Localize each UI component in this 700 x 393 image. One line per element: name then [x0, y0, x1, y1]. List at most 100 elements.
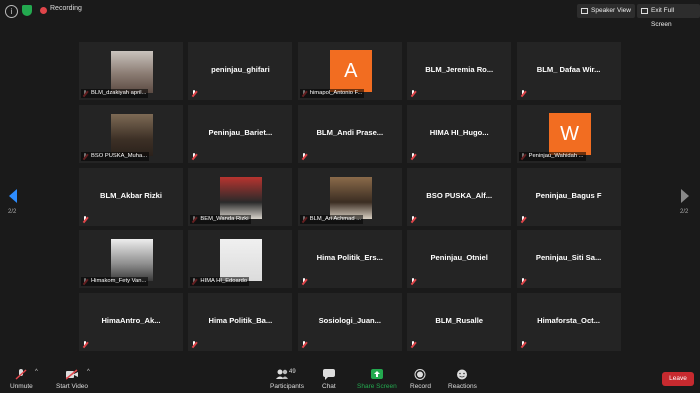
recording-icon: [40, 7, 47, 14]
chat-icon: [322, 369, 335, 380]
muted-mic-icon: [519, 215, 527, 224]
unmute-button[interactable]: Unmute: [10, 369, 33, 390]
participant-name-label: himapol_Antonio F...: [299, 89, 365, 98]
participant-name: BLM_Rusalle: [435, 316, 484, 326]
participant-name: BLM_Akbar Rizki: [99, 190, 163, 200]
recording-label: Recording: [50, 5, 82, 12]
participant-tile[interactable]: HimaAntro_Ak...: [78, 292, 184, 353]
leave-button[interactable]: Leave: [662, 372, 694, 386]
meeting-controls: Unmute ^ Start Video ^ 49 Participants C…: [0, 364, 700, 393]
exit-full-screen-button[interactable]: Exit Full Screen: [637, 4, 700, 28]
participant-name: HIMA HI_Hugo...: [429, 127, 489, 137]
participant-name: Hima Politik_Ers...: [316, 253, 383, 263]
participant-tile[interactable]: BLM_Andi Prase...: [296, 103, 403, 164]
participant-name: BLM_Jeremia Ro...: [425, 65, 494, 74]
participant-tile[interactable]: peninjau_ghifari: [187, 41, 294, 101]
participant-video-thumbnail: [111, 113, 153, 156]
participant-tile[interactable]: HIMA HI_Edoardo: [187, 229, 294, 290]
participant-tile[interactable]: Peninjau_Bagus F: [515, 166, 622, 227]
participant-tile[interactable]: Peninjau_Otniel: [406, 229, 513, 290]
muted-mic-icon: [190, 340, 198, 349]
participant-video-thumbnail: [220, 176, 263, 219]
top-bar: i Recording Speaker View Exit Full Scree…: [0, 0, 700, 28]
muted-mic-icon: [519, 340, 527, 349]
record-button[interactable]: Record: [410, 369, 431, 390]
participant-tile[interactable]: Ahimapol_Antonio F...: [296, 41, 403, 101]
participant-tile[interactable]: Sosiologi_Juan...: [296, 292, 403, 353]
previous-page-arrow[interactable]: [9, 189, 17, 203]
participant-tile[interactable]: Peninjau_Siti Sa...: [515, 229, 622, 290]
participant-tile[interactable]: BLM_Jeremia Ro...: [406, 41, 513, 101]
participant-video-thumbnail: [111, 51, 153, 93]
participant-name: Peninjau_Otniel: [430, 253, 488, 263]
muted-mic-icon: [519, 89, 527, 98]
muted-mic-icon: [409, 215, 417, 224]
muted-mic-icon: [409, 89, 417, 98]
muted-mic-icon: [190, 152, 198, 161]
participant-name: BLM_ Dafaa Wir...: [536, 65, 601, 74]
participant-name-label: Peninjau_Wahidah ...: [518, 151, 586, 161]
speaker-view-icon: [581, 8, 588, 14]
page-indicator-left: 2/2: [8, 209, 17, 215]
next-page-arrow[interactable]: [681, 189, 689, 203]
participant-video-thumbnail: [220, 239, 263, 282]
audio-options-caret-icon[interactable]: ^: [35, 369, 38, 375]
participant-name: Himaforsta_Oct...: [537, 316, 601, 326]
participant-name-label: BSO PUSKA_Muha...: [81, 151, 150, 161]
muted-mic-icon: [15, 369, 27, 380]
reactions-button[interactable]: Reactions: [448, 369, 477, 390]
avatar-initial: W: [548, 112, 591, 155]
participant-tile[interactable]: HIMA HI_Hugo...: [406, 103, 513, 164]
participant-video-thumbnail: [329, 176, 372, 219]
speaker-view-button[interactable]: Speaker View: [577, 4, 635, 18]
participant-count: 49: [288, 369, 296, 375]
exit-full-screen-icon: [641, 8, 648, 14]
participant-tile[interactable]: Himakom_Fety Van...: [78, 229, 184, 290]
participant-tile[interactable]: BLM_ Dafaa Wir...: [515, 41, 622, 101]
participants-button[interactable]: 49 Participants: [270, 369, 304, 390]
participant-name-label: HIMA HI_Edoardo: [190, 277, 250, 287]
participant-tile[interactable]: Peninjau_Bariet...: [187, 103, 294, 164]
participant-tile[interactable]: BLM_Ari Achmad ...: [296, 166, 403, 227]
participant-name: Peninjau_Siti Sa...: [535, 253, 602, 263]
record-icon: [414, 369, 426, 380]
muted-mic-icon: [190, 89, 198, 98]
start-video-button[interactable]: Start Video: [56, 369, 88, 390]
participant-tile[interactable]: BLM_Akbar Rizki: [78, 166, 184, 227]
participant-tile[interactable]: Hima Politik_Ba...: [187, 292, 294, 353]
shield-icon[interactable]: [22, 5, 32, 16]
muted-mic-icon: [300, 340, 308, 349]
participant-tile[interactable]: BLM_Rusalle: [406, 292, 513, 353]
participant-tile[interactable]: BLM_dzakiyah april...: [78, 41, 184, 101]
participant-tile[interactable]: Himaforsta_Oct...: [515, 292, 622, 353]
participant-tile[interactable]: W Peninjau_Wahidah ...: [515, 103, 622, 164]
video-off-icon: [65, 369, 79, 380]
participant-name: HimaAntro_Ak...: [101, 316, 161, 326]
participant-name: Sosiologi_Juan...: [318, 316, 382, 326]
participant-name-label: BLM_Ari Achmad ...: [299, 214, 364, 224]
participant-name-label: BEM_Wanda Rizki: [190, 214, 251, 224]
info-icon[interactable]: i: [5, 5, 18, 18]
participant-name: Peninjau_Bagus F: [535, 190, 602, 200]
participant-tile[interactable]: Hima Politik_Ers...: [296, 229, 403, 290]
participant-tile[interactable]: BSO PUSKA_Alf...: [406, 166, 513, 227]
participant-video-thumbnail: [111, 239, 153, 282]
muted-mic-icon: [519, 277, 527, 286]
share-screen-icon: [370, 369, 383, 380]
participant-name: Hima Politik_Ba...: [208, 316, 273, 326]
participant-tile[interactable]: BEM_Wanda Rizki: [187, 166, 294, 227]
participant-name-label: Himakom_Fety Van...: [81, 277, 149, 287]
muted-mic-icon: [81, 215, 89, 224]
muted-mic-icon: [409, 152, 417, 161]
participant-tile[interactable]: BSO PUSKA_Muha...: [78, 103, 184, 164]
participant-name: BSO PUSKA_Alf...: [426, 190, 493, 200]
participants-icon: 49: [275, 369, 298, 380]
reactions-icon: [456, 369, 468, 380]
video-options-caret-icon[interactable]: ^: [87, 369, 90, 375]
page-indicator-right: 2/2: [680, 209, 689, 215]
muted-mic-icon: [300, 152, 308, 161]
muted-mic-icon: [81, 340, 89, 349]
muted-mic-icon: [409, 340, 417, 349]
share-screen-button[interactable]: Share Screen: [357, 369, 397, 390]
chat-button[interactable]: Chat: [322, 369, 336, 390]
